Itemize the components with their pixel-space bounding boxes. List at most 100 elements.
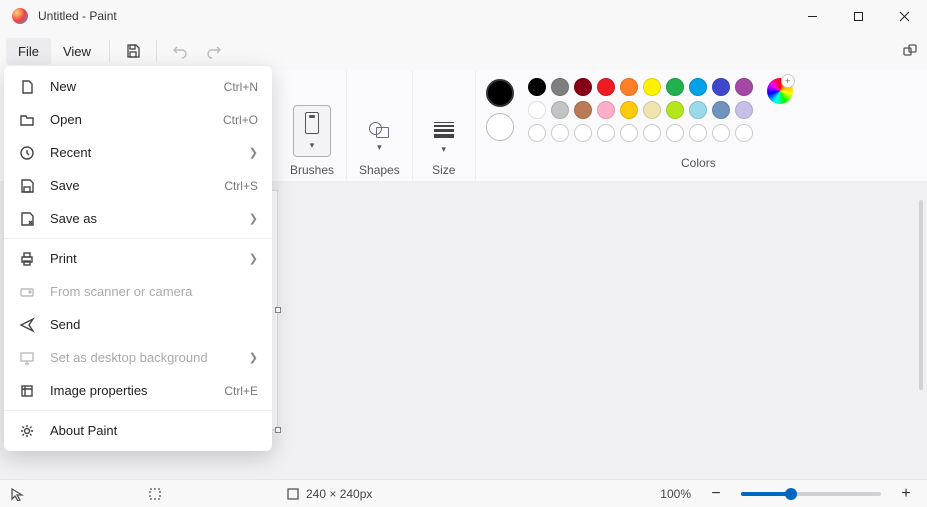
color-swatch[interactable] xyxy=(712,101,730,119)
settings-icon[interactable] xyxy=(893,36,927,66)
zoom-level: 100% xyxy=(660,487,691,501)
zoom-in-button[interactable]: + xyxy=(895,483,917,505)
redo-button[interactable] xyxy=(197,36,231,66)
color-swatch-empty[interactable] xyxy=(689,124,707,142)
menu-view[interactable]: View xyxy=(51,38,103,65)
chevron-right-icon: ❯ xyxy=(249,212,258,225)
zoom-out-button[interactable]: − xyxy=(705,483,727,505)
cursor-position xyxy=(10,487,24,501)
menu-item-label: Image properties xyxy=(50,383,210,398)
color-swatch[interactable] xyxy=(666,78,684,96)
menu-item-about-paint[interactable]: About Paint xyxy=(4,414,272,447)
size-label: Size xyxy=(432,163,455,177)
menu-item-set-as-desktop-background: Set as desktop background❯ xyxy=(4,341,272,374)
menu-shortcut: Ctrl+S xyxy=(224,179,258,193)
color-swatch[interactable] xyxy=(666,101,684,119)
zoom-thumb[interactable] xyxy=(785,488,797,500)
color-swatch[interactable] xyxy=(620,78,638,96)
color-swatch-empty[interactable] xyxy=(528,124,546,142)
resize-handle[interactable] xyxy=(275,427,281,433)
menu-item-label: Save xyxy=(50,178,210,193)
color-swatch-empty[interactable] xyxy=(666,124,684,142)
menu-separator xyxy=(4,238,272,239)
canvas-size-text: 240 × 240px xyxy=(306,487,372,501)
clock-icon xyxy=(18,145,36,161)
background-color[interactable] xyxy=(486,113,514,141)
color-swatch[interactable] xyxy=(735,78,753,96)
menu-item-print[interactable]: Print❯ xyxy=(4,242,272,275)
color-swatch[interactable] xyxy=(689,101,707,119)
menu-item-new[interactable]: NewCtrl+N xyxy=(4,70,272,103)
colors-group: Colors xyxy=(476,70,921,181)
zoom-text: 100% xyxy=(660,487,691,501)
folder-icon xyxy=(18,112,36,128)
print-icon xyxy=(18,251,36,267)
menu-item-image-properties[interactable]: Image propertiesCtrl+E xyxy=(4,374,272,407)
color-swatch-empty[interactable] xyxy=(712,124,730,142)
shapes-button[interactable]: ▾ xyxy=(360,117,398,157)
color-swatch[interactable] xyxy=(735,101,753,119)
foreground-color[interactable] xyxy=(486,79,514,107)
brushes-label: Brushes xyxy=(290,163,334,177)
vertical-scrollbar[interactable] xyxy=(919,200,923,390)
color-swatch-empty[interactable] xyxy=(620,124,638,142)
color-swatch[interactable] xyxy=(712,78,730,96)
save-icon xyxy=(18,178,36,194)
file-menu-dropdown: NewCtrl+NOpenCtrl+ORecent❯SaveCtrl+SSave… xyxy=(4,66,272,451)
window-controls xyxy=(789,0,927,32)
undo-button[interactable] xyxy=(163,36,197,66)
menu-item-label: Open xyxy=(50,112,209,127)
chevron-down-icon: ▾ xyxy=(310,140,315,151)
menu-item-label: Save as xyxy=(50,211,235,226)
brushes-button[interactable]: ▾ xyxy=(293,105,331,157)
maximize-button[interactable] xyxy=(835,0,881,32)
color-swatch[interactable] xyxy=(528,101,546,119)
menu-item-label: Send xyxy=(50,317,258,332)
menu-item-send[interactable]: Send xyxy=(4,308,272,341)
menu-item-open[interactable]: OpenCtrl+O xyxy=(4,103,272,136)
zoom-slider[interactable] xyxy=(741,492,881,496)
saveas-icon xyxy=(18,211,36,227)
color-swatch[interactable] xyxy=(689,78,707,96)
color-swatch[interactable] xyxy=(597,101,615,119)
color-swatch-empty[interactable] xyxy=(597,124,615,142)
color-swatch[interactable] xyxy=(620,101,638,119)
edit-colors-button[interactable] xyxy=(767,78,793,104)
color-palette xyxy=(528,78,753,142)
shapes-group: ▾ Shapes xyxy=(347,70,413,181)
color-swatch[interactable] xyxy=(574,78,592,96)
file-icon xyxy=(18,79,36,95)
close-button[interactable] xyxy=(881,0,927,32)
color-swatch-empty[interactable] xyxy=(551,124,569,142)
size-button[interactable]: ▾ xyxy=(425,117,463,157)
minimize-button[interactable] xyxy=(789,0,835,32)
gear-icon xyxy=(18,423,36,439)
menu-item-save[interactable]: Save Ctrl+S xyxy=(4,169,272,202)
menu-item-recent[interactable]: Recent❯ xyxy=(4,136,272,169)
menu-item-save-as[interactable]: Save as ❯ xyxy=(4,202,272,235)
chevron-down-icon: ▾ xyxy=(377,142,382,153)
menu-bar: File View xyxy=(0,32,927,70)
color-swatch-empty[interactable] xyxy=(735,124,753,142)
menu-shortcut: Ctrl+N xyxy=(224,80,258,94)
color-swatch[interactable] xyxy=(574,101,592,119)
chevron-right-icon: ❯ xyxy=(249,146,258,159)
menu-item-label: About Paint xyxy=(50,423,258,438)
color-swatch[interactable] xyxy=(551,78,569,96)
chevron-right-icon: ❯ xyxy=(249,351,258,364)
color-swatch-empty[interactable] xyxy=(643,124,661,142)
size-group: ▾ Size xyxy=(413,70,476,181)
chevron-right-icon: ❯ xyxy=(249,252,258,265)
color-swatch[interactable] xyxy=(528,78,546,96)
menu-file[interactable]: File xyxy=(6,38,51,65)
menu-item-from-scanner-or-camera: From scanner or camera xyxy=(4,275,272,308)
color-swatch[interactable] xyxy=(597,78,615,96)
color-swatch[interactable] xyxy=(643,101,661,119)
color-swatch[interactable] xyxy=(551,101,569,119)
color-swatch[interactable] xyxy=(643,78,661,96)
separator xyxy=(156,40,157,62)
save-button[interactable] xyxy=(116,36,150,66)
separator xyxy=(109,40,110,62)
resize-handle[interactable] xyxy=(275,307,281,313)
color-swatch-empty[interactable] xyxy=(574,124,592,142)
